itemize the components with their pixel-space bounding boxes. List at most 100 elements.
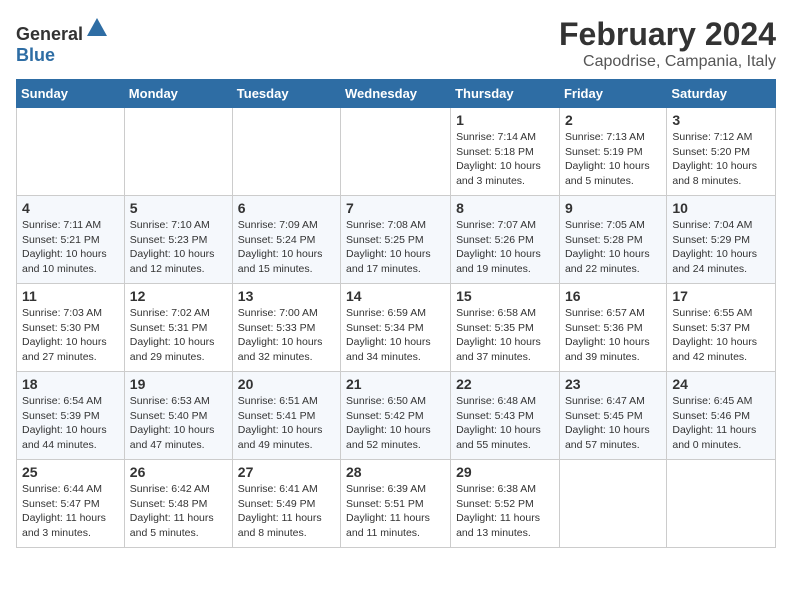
day-info: Sunrise: 7:07 AM Sunset: 5:26 PM Dayligh… [456,218,554,277]
day-info: Sunrise: 6:57 AM Sunset: 5:36 PM Dayligh… [565,306,661,365]
weekday-header-thursday: Thursday [451,80,560,108]
day-info: Sunrise: 7:05 AM Sunset: 5:28 PM Dayligh… [565,218,661,277]
day-number: 2 [565,112,661,128]
calendar-cell: 4 Sunrise: 7:11 AM Sunset: 5:21 PM Daylig… [17,196,125,284]
calendar-cell: 25 Sunrise: 6:44 AM Sunset: 5:47 PM Dayli… [17,460,125,548]
logo-general-text: General [16,24,83,44]
day-number: 19 [130,376,227,392]
day-info: Sunrise: 6:44 AM Sunset: 5:47 PM Dayligh… [22,482,119,541]
weekday-header-saturday: Saturday [667,80,776,108]
weekday-header-wednesday: Wednesday [341,80,451,108]
calendar-cell: 8 Sunrise: 7:07 AM Sunset: 5:26 PM Daylig… [451,196,560,284]
calendar-cell: 12 Sunrise: 7:02 AM Sunset: 5:31 PM Dayli… [124,284,232,372]
calendar-cell: 7Sunrise: 7:08 AM Sunset: 5:25 PM Daylig… [341,196,451,284]
calendar-cell: 19 Sunrise: 6:53 AM Sunset: 5:40 PM Dayli… [124,372,232,460]
calendar-cell [17,108,125,196]
day-number: 15 [456,288,554,304]
day-number: 28 [346,464,445,480]
logo: General Blue [16,16,109,66]
day-number: 4 [22,200,119,216]
day-number: 24 [672,376,770,392]
day-number: 3 [672,112,770,128]
day-number: 27 [238,464,335,480]
weekday-header-monday: Monday [124,80,232,108]
calendar-cell: 3Sunrise: 7:12 AM Sunset: 5:20 PM Daylig… [667,108,776,196]
logo-blue-text: Blue [16,45,55,65]
logo-icon [85,16,109,40]
day-info: Sunrise: 6:55 AM Sunset: 5:37 PM Dayligh… [672,306,770,365]
day-number: 20 [238,376,335,392]
calendar-cell: 29Sunrise: 6:38 AM Sunset: 5:52 PM Dayli… [451,460,560,548]
calendar-cell: 9 Sunrise: 7:05 AM Sunset: 5:28 PM Daylig… [559,196,666,284]
week-row-5: 25 Sunrise: 6:44 AM Sunset: 5:47 PM Dayli… [17,460,776,548]
calendar-cell: 24 Sunrise: 6:45 AM Sunset: 5:46 PM Dayli… [667,372,776,460]
calendar-cell: 22 Sunrise: 6:48 AM Sunset: 5:43 PM Dayli… [451,372,560,460]
calendar-cell: 17 Sunrise: 6:55 AM Sunset: 5:37 PM Dayli… [667,284,776,372]
calendar-cell: 16 Sunrise: 6:57 AM Sunset: 5:36 PM Dayli… [559,284,666,372]
calendar-cell: 21 Sunrise: 6:50 AM Sunset: 5:42 PM Dayli… [341,372,451,460]
day-number: 10 [672,200,770,216]
day-info: Sunrise: 6:59 AM Sunset: 5:34 PM Dayligh… [346,306,445,365]
calendar-cell: 13Sunrise: 7:00 AM Sunset: 5:33 PM Dayli… [232,284,340,372]
calendar-cell: 14Sunrise: 6:59 AM Sunset: 5:34 PM Dayli… [341,284,451,372]
day-info: Sunrise: 6:54 AM Sunset: 5:39 PM Dayligh… [22,394,119,453]
day-number: 5 [130,200,227,216]
calendar-cell [559,460,666,548]
calendar-cell: 26 Sunrise: 6:42 AM Sunset: 5:48 PM Dayli… [124,460,232,548]
calendar-cell [232,108,340,196]
weekday-header-friday: Friday [559,80,666,108]
day-info: Sunrise: 6:48 AM Sunset: 5:43 PM Dayligh… [456,394,554,453]
day-info: Sunrise: 6:50 AM Sunset: 5:42 PM Dayligh… [346,394,445,453]
calendar-cell: 1Sunrise: 7:14 AM Sunset: 5:18 PM Daylig… [451,108,560,196]
day-number: 7 [346,200,445,216]
calendar-table: SundayMondayTuesdayWednesdayThursdayFrid… [16,79,776,548]
main-title: February 2024 [559,16,776,53]
day-info: Sunrise: 7:04 AM Sunset: 5:29 PM Dayligh… [672,218,770,277]
day-number: 26 [130,464,227,480]
day-info: Sunrise: 7:02 AM Sunset: 5:31 PM Dayligh… [130,306,227,365]
calendar-cell [124,108,232,196]
day-number: 23 [565,376,661,392]
day-info: Sunrise: 6:41 AM Sunset: 5:49 PM Dayligh… [238,482,335,541]
day-info: Sunrise: 6:47 AM Sunset: 5:45 PM Dayligh… [565,394,661,453]
day-info: Sunrise: 6:42 AM Sunset: 5:48 PM Dayligh… [130,482,227,541]
day-info: Sunrise: 6:45 AM Sunset: 5:46 PM Dayligh… [672,394,770,453]
calendar-cell: 27 Sunrise: 6:41 AM Sunset: 5:49 PM Dayli… [232,460,340,548]
calendar-cell: 23 Sunrise: 6:47 AM Sunset: 5:45 PM Dayli… [559,372,666,460]
calendar-cell: 15 Sunrise: 6:58 AM Sunset: 5:35 PM Dayli… [451,284,560,372]
day-number: 16 [565,288,661,304]
calendar-cell [667,460,776,548]
day-number: 18 [22,376,119,392]
day-number: 22 [456,376,554,392]
header: General Blue February 2024 Capodrise, Ca… [16,16,776,71]
day-info: Sunrise: 7:10 AM Sunset: 5:23 PM Dayligh… [130,218,227,277]
day-number: 6 [238,200,335,216]
day-number: 11 [22,288,119,304]
calendar-cell: 18 Sunrise: 6:54 AM Sunset: 5:39 PM Dayli… [17,372,125,460]
day-info: Sunrise: 6:53 AM Sunset: 5:40 PM Dayligh… [130,394,227,453]
calendar-cell: 2 Sunrise: 7:13 AM Sunset: 5:19 PM Daylig… [559,108,666,196]
week-row-4: 18 Sunrise: 6:54 AM Sunset: 5:39 PM Dayli… [17,372,776,460]
calendar-cell: 28Sunrise: 6:39 AM Sunset: 5:51 PM Dayli… [341,460,451,548]
day-info: Sunrise: 7:03 AM Sunset: 5:30 PM Dayligh… [22,306,119,365]
weekday-header-row: SundayMondayTuesdayWednesdayThursdayFrid… [17,80,776,108]
day-info: Sunrise: 6:58 AM Sunset: 5:35 PM Dayligh… [456,306,554,365]
calendar-cell [341,108,451,196]
day-number: 21 [346,376,445,392]
day-number: 13 [238,288,335,304]
day-number: 17 [672,288,770,304]
day-number: 12 [130,288,227,304]
day-info: Sunrise: 7:11 AM Sunset: 5:21 PM Dayligh… [22,218,119,277]
day-number: 8 [456,200,554,216]
calendar-cell: 5 Sunrise: 7:10 AM Sunset: 5:23 PM Daylig… [124,196,232,284]
weekday-header-tuesday: Tuesday [232,80,340,108]
day-number: 9 [565,200,661,216]
day-info: Sunrise: 6:38 AM Sunset: 5:52 PM Dayligh… [456,482,554,541]
day-info: Sunrise: 7:09 AM Sunset: 5:24 PM Dayligh… [238,218,335,277]
weekday-header-sunday: Sunday [17,80,125,108]
day-number: 25 [22,464,119,480]
title-area: February 2024 Capodrise, Campania, Italy [559,16,776,71]
day-number: 1 [456,112,554,128]
day-info: Sunrise: 7:13 AM Sunset: 5:19 PM Dayligh… [565,130,661,189]
week-row-2: 4 Sunrise: 7:11 AM Sunset: 5:21 PM Daylig… [17,196,776,284]
